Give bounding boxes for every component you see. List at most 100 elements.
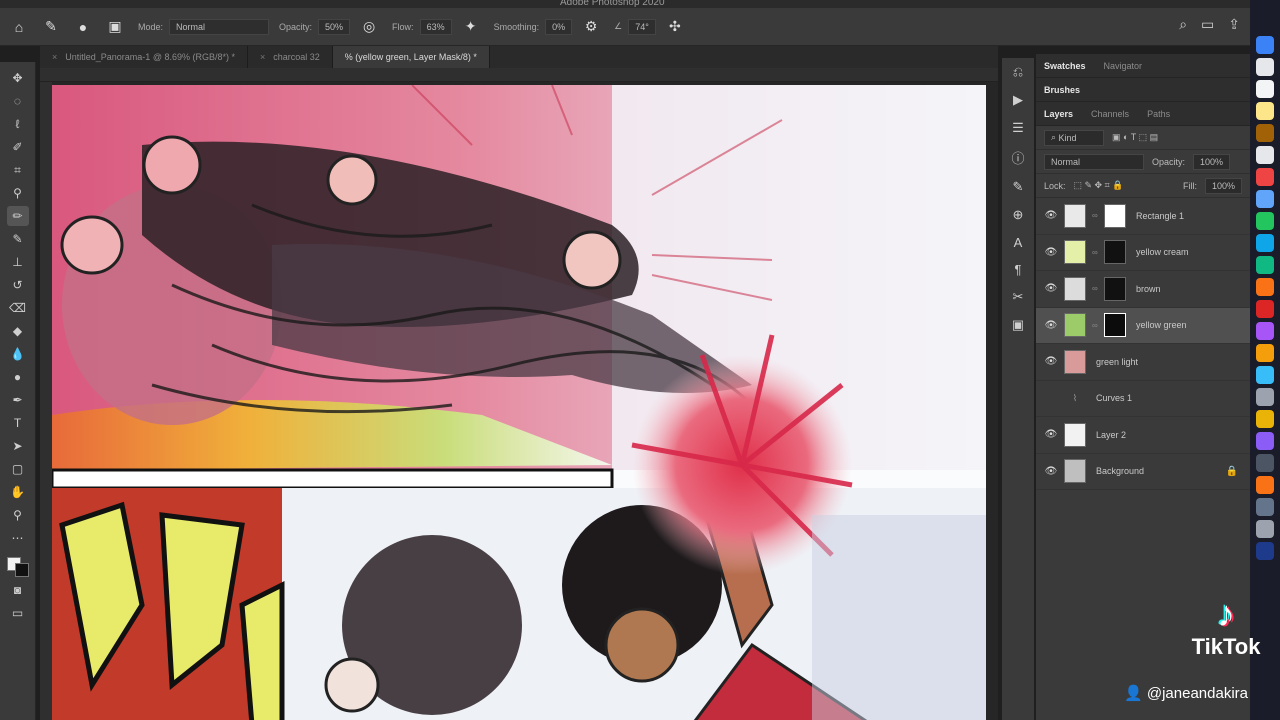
tab-navigator[interactable]: Navigator — [1104, 61, 1143, 71]
layer-opacity-input[interactable]: 100% — [1193, 153, 1231, 170]
app-icon[interactable] — [1256, 212, 1274, 230]
eraser-tool-icon[interactable]: ⌫ — [7, 298, 29, 318]
clone-stamp-tool-icon[interactable]: ⊥ — [7, 252, 29, 272]
app-icon[interactable] — [1256, 190, 1274, 208]
rectangle-tool-icon[interactable]: ▢ — [7, 459, 29, 479]
app-icon[interactable] — [1256, 102, 1274, 120]
layer-row[interactable]: 👁 Layer 2 — [1036, 417, 1250, 454]
pen-tool-icon[interactable]: ✒ — [7, 390, 29, 410]
app-icon[interactable] — [1256, 388, 1274, 406]
eye-icon[interactable]: 👁 — [1044, 210, 1058, 221]
clone-source-icon[interactable]: ⊕ — [1013, 207, 1024, 223]
history-brush-tool-icon[interactable]: ↺ — [7, 275, 29, 295]
layer-mask-thumbnail[interactable] — [1104, 203, 1126, 228]
more-tools-icon[interactable]: ⋯ — [7, 528, 29, 548]
gear-icon[interactable]: ⚙ — [578, 14, 604, 40]
tab-swatches[interactable]: Swatches — [1044, 61, 1086, 71]
layer-row[interactable]: 👁 ∞ yellow cream — [1036, 235, 1250, 271]
app-icon[interactable] — [1256, 476, 1274, 494]
eyedropper-tool-icon[interactable]: ⚲ — [7, 183, 29, 203]
eye-icon[interactable]: 👁 — [1044, 356, 1058, 367]
app-icon[interactable] — [1256, 256, 1274, 274]
mode-field[interactable]: Mode: Normal — [138, 18, 270, 35]
brush-tool-icon[interactable]: ✎ — [38, 14, 64, 40]
workspace-icon[interactable]: ▭ — [1201, 16, 1214, 33]
close-icon[interactable]: × — [260, 52, 265, 62]
pressure-opacity-icon[interactable]: ◎ — [356, 14, 382, 40]
app-icon[interactable] — [1256, 300, 1274, 318]
library-icon[interactable]: ▣ — [1012, 317, 1024, 333]
photoshop-app-icon[interactable] — [1256, 542, 1274, 560]
tab-paths[interactable]: Paths — [1147, 109, 1170, 119]
type-tool-icon[interactable]: T — [7, 413, 29, 433]
opacity-field[interactable]: Opacity: 50% — [279, 18, 351, 35]
pencil-tool-icon[interactable]: ✎ — [7, 229, 29, 249]
adjustments-icon[interactable]: ☰ — [1012, 120, 1024, 136]
comic-artwork[interactable] — [52, 85, 986, 720]
app-icon[interactable] — [1256, 146, 1274, 164]
layer-row[interactable]: 👁 green light — [1036, 344, 1250, 381]
app-icon[interactable] — [1256, 322, 1274, 340]
blur-tool-icon[interactable]: 💧 — [7, 344, 29, 364]
tab-active-document[interactable]: % (yellow green, Layer Mask/8) * — [332, 46, 490, 68]
flow-input[interactable]: 63% — [419, 18, 452, 35]
tab-brushes[interactable]: Brushes — [1044, 85, 1080, 95]
path-select-tool-icon[interactable]: ➤ — [7, 436, 29, 456]
move-tool-icon[interactable]: ✥ — [7, 68, 29, 88]
app-icon[interactable] — [1256, 498, 1274, 516]
horizontal-ruler[interactable] — [40, 68, 998, 82]
layer-mask-thumbnail[interactable] — [1104, 313, 1126, 338]
app-icon[interactable] — [1256, 344, 1274, 362]
angle-input[interactable]: 74° — [628, 18, 656, 35]
airbrush-icon[interactable]: ✦ — [458, 14, 484, 40]
smoothing-input[interactable]: 0% — [545, 18, 573, 35]
layer-mask-thumbnail[interactable] — [1104, 276, 1126, 301]
vertical-ruler[interactable] — [40, 82, 52, 720]
fill-input[interactable]: 100% — [1204, 177, 1242, 194]
app-icon[interactable] — [1256, 168, 1274, 186]
app-icon[interactable] — [1256, 80, 1274, 98]
brush-panel-icon[interactable]: ✎ — [1013, 179, 1024, 195]
color-swatches[interactable] — [6, 557, 29, 577]
paragraph-icon[interactable]: ¶ — [1015, 262, 1022, 277]
screen-mode-icon[interactable]: ▭ — [7, 603, 29, 623]
layer-row[interactable]: 👁 Background 🔒 — [1036, 454, 1250, 490]
tab-layers[interactable]: Layers — [1044, 109, 1073, 119]
info-icon[interactable]: ⓘ — [1011, 148, 1024, 167]
app-icon[interactable] — [1256, 366, 1274, 384]
layer-row[interactable]: 👁 ∞ brown — [1036, 271, 1250, 308]
eye-icon[interactable]: 👁 — [1044, 247, 1058, 258]
zoom-tool-icon[interactable]: ⚲ — [7, 505, 29, 525]
history-icon[interactable]: ⎌ — [1013, 64, 1023, 80]
crop-tool-icon[interactable]: ⌗ — [7, 160, 29, 180]
app-icon[interactable] — [1256, 234, 1274, 252]
filter-kind-select[interactable]: ⌕ Kind — [1044, 129, 1104, 146]
tools-icon[interactable]: ✂ — [1013, 289, 1024, 305]
layer-row-selected[interactable]: 👁 ∞ yellow green — [1036, 307, 1250, 344]
tab-charcoal[interactable]: × charcoal 32 — [248, 46, 333, 68]
brush-preset-icon[interactable]: ● — [70, 14, 96, 40]
play-icon[interactable]: ▶ — [1013, 92, 1023, 108]
app-icon[interactable] — [1256, 278, 1274, 296]
hand-tool-icon[interactable]: ✋ — [7, 482, 29, 502]
app-icon[interactable] — [1256, 124, 1274, 142]
marquee-tool-icon[interactable]: ◌ — [7, 91, 29, 111]
home-icon[interactable]: ⌂ — [6, 14, 32, 40]
quick-select-tool-icon[interactable]: ✐ — [7, 137, 29, 157]
search-icon[interactable]: ⌕ — [1179, 16, 1187, 33]
eye-icon[interactable]: 👁 — [1044, 429, 1058, 440]
paint-bucket-tool-icon[interactable]: ◆ — [7, 321, 29, 341]
lasso-tool-icon[interactable]: ℓ — [7, 114, 29, 134]
blend-mode-select[interactable]: Normal — [1044, 153, 1144, 170]
share-icon[interactable]: ⇪ — [1228, 16, 1240, 33]
angle-field[interactable]: ∠ 74° — [614, 18, 656, 35]
smoothing-field[interactable]: Smoothing: 0% — [494, 18, 573, 35]
tab-panorama[interactable]: × Untitled_Panorama-1 @ 8.69% (RGB/8*) * — [40, 46, 248, 68]
app-icon[interactable] — [1256, 454, 1274, 472]
app-icon[interactable] — [1256, 520, 1274, 538]
dodge-tool-icon[interactable]: ● — [7, 367, 29, 387]
layer-mask-thumbnail[interactable] — [1104, 240, 1126, 265]
eye-icon[interactable]: 👁 — [1044, 320, 1058, 331]
background-color[interactable] — [14, 563, 29, 577]
app-icon[interactable] — [1256, 410, 1274, 428]
